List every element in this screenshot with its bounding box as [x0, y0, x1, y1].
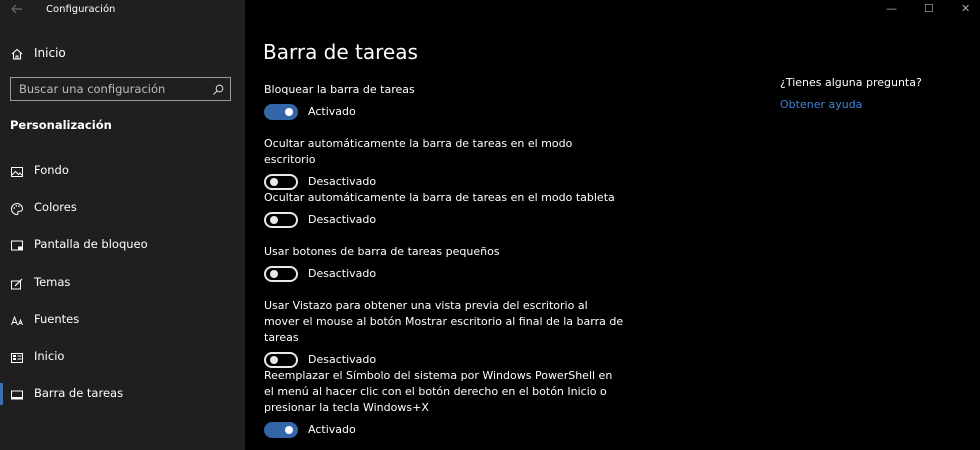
sidebar-item-inicio[interactable]: Inicio — [0, 344, 245, 381]
sidebar-item-label: Colores — [34, 200, 77, 215]
sidebar-item-fuentes[interactable]: Fuentes — [0, 307, 245, 344]
toggle-state-label: Desactivado — [308, 267, 377, 280]
palette-icon — [10, 201, 24, 216]
sidebar-item-label: Pantalla de bloqueo — [34, 237, 148, 252]
toggle-knob — [270, 356, 278, 364]
setting-powershell: Reemplazar el Símbolo del sistema por Wi… — [264, 368, 624, 442]
brush-icon — [10, 276, 24, 290]
setting-label: Usar botones de barra de tareas pequeños — [264, 245, 500, 258]
sidebar-item-temas[interactable]: Temas — [0, 270, 245, 307]
help-question: ¿Tienes alguna pregunta? — [780, 76, 922, 89]
autohide-desktop-toggle[interactable] — [264, 174, 298, 190]
page-title: Barra de tareas — [263, 40, 418, 64]
lock-taskbar-toggle[interactable] — [264, 104, 298, 120]
minimize-button[interactable]: — — [886, 2, 897, 15]
toggle-row: Desactivado — [264, 212, 624, 232]
setting-label: Bloquear la barra de tareas — [264, 83, 415, 96]
start-icon — [10, 350, 24, 364]
small-buttons-toggle[interactable] — [264, 266, 298, 282]
home-icon — [10, 46, 24, 60]
toggle-state-label: Activado — [308, 105, 356, 118]
setting-lock-taskbar: Bloquear la barra de tareas Activado — [264, 82, 624, 124]
toggle-row: Activado — [264, 104, 624, 124]
setting-autohide-tablet: Ocultar automáticamente la barra de tare… — [264, 190, 624, 232]
nav-list: Fondo Colores Pantalla de bloqueo Temas … — [0, 158, 245, 418]
setting-label: Ocultar automáticamente la barra de tare… — [264, 137, 573, 166]
sidebar-item-fondo[interactable]: Fondo — [0, 158, 245, 195]
sidebar-item-label: Fondo — [34, 163, 69, 177]
toggle-row: Desactivado — [264, 266, 624, 286]
picture-icon — [10, 164, 24, 178]
settings-window: Configuración Inicio Personalización — [0, 0, 980, 450]
search-box[interactable] — [10, 77, 231, 101]
title-bar: Configuración — [0, 0, 245, 22]
toggle-state-label: Desactivado — [308, 353, 377, 366]
toggle-knob — [270, 178, 278, 186]
autohide-tablet-toggle[interactable] — [264, 212, 298, 228]
setting-autohide-desktop: Ocultar automáticamente la barra de tare… — [264, 136, 624, 194]
maximize-button[interactable]: ☐ — [924, 2, 934, 15]
back-button[interactable] — [10, 2, 24, 16]
toggle-state-label: Desactivado — [308, 213, 377, 226]
setting-label: Reemplazar el Símbolo del sistema por Wi… — [264, 369, 613, 414]
get-help-link[interactable]: Obtener ayuda — [780, 98, 862, 111]
toggle-knob — [270, 270, 278, 278]
setting-label: Ocultar automáticamente la barra de tare… — [264, 191, 615, 204]
search-input[interactable] — [11, 78, 209, 100]
close-button[interactable]: ✕ — [961, 2, 970, 15]
app-title: Configuración — [46, 4, 116, 15]
setting-peek: Usar Vistazo para obtener una vista prev… — [264, 298, 624, 372]
back-arrow-icon — [11, 4, 22, 14]
toggle-state-label: Desactivado — [308, 175, 377, 188]
search-icon[interactable] — [211, 82, 225, 96]
sidebar-item-label: Temas — [34, 274, 71, 289]
toggle-knob — [270, 216, 278, 224]
sidebar-item-label: Barra de tareas — [34, 386, 124, 401]
lock-screen-icon — [10, 238, 24, 252]
sidebar-item-pantalla-de-bloqueo[interactable]: Pantalla de bloqueo — [0, 232, 245, 269]
powershell-toggle[interactable] — [264, 422, 298, 438]
toggle-knob — [285, 426, 293, 434]
sidebar-item-label: Inicio — [34, 348, 65, 363]
taskbar-icon — [10, 387, 24, 401]
sidebar-item-colores[interactable]: Colores — [0, 195, 245, 232]
font-icon — [10, 313, 24, 327]
setting-small-buttons: Usar botones de barra de tareas pequeños… — [264, 244, 624, 286]
setting-label: Usar Vistazo para obtener una vista prev… — [264, 299, 624, 344]
peek-toggle[interactable] — [264, 352, 298, 368]
toggle-state-label: Activado — [308, 423, 356, 436]
nav-home[interactable]: Inicio — [0, 40, 245, 66]
section-title: Personalización — [10, 118, 112, 132]
sidebar-item-barra-de-tareas[interactable]: Barra de tareas — [0, 381, 245, 418]
nav-home-label: Inicio — [34, 46, 66, 60]
toggle-knob — [285, 108, 293, 116]
toggle-row: Activado — [264, 422, 624, 442]
sidebar: Configuración Inicio Personalización — [0, 0, 245, 450]
sidebar-item-label: Fuentes — [34, 311, 80, 326]
